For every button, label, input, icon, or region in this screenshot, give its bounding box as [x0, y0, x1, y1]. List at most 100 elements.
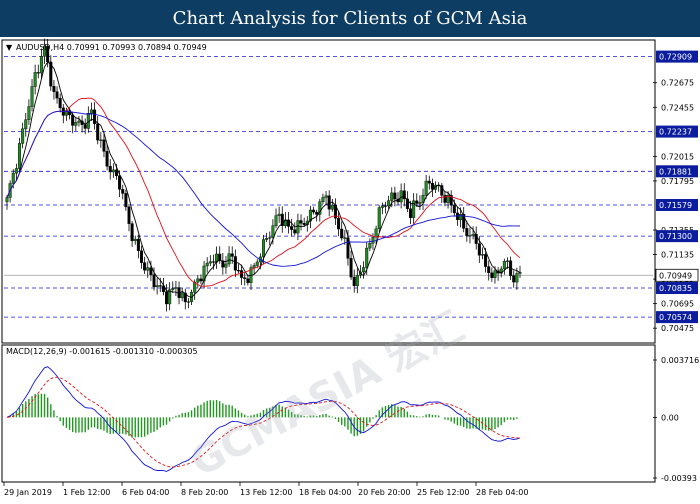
candle-body: [30, 86, 34, 107]
candle-body: [355, 275, 359, 287]
candle-body: [327, 195, 331, 210]
candle-body: [493, 270, 497, 278]
candle-body: [18, 143, 22, 169]
candle-body: [174, 287, 178, 289]
time-tick-label: 8 Feb 20:00: [181, 488, 228, 497]
candle-body: [487, 266, 491, 274]
candle-body: [265, 237, 269, 240]
candle-body: [52, 86, 56, 92]
level-price-label: 0.71300: [659, 232, 692, 241]
candle-body: [77, 120, 81, 123]
time-axis-layer: 29 Jan 2019 1 Feb 12:00 6 Feb 04:00 8 Feb 2…: [3, 482, 528, 497]
time-tick-label: 6 Feb 04:00: [122, 488, 169, 497]
candle-body: [505, 260, 509, 262]
candle-body: [114, 169, 118, 176]
candle-body: [165, 291, 169, 305]
candle-body: [105, 151, 109, 167]
candle-body: [290, 226, 294, 230]
candle-body: [218, 253, 222, 261]
price-panel-frame: [1, 39, 656, 344]
candle-body: [418, 202, 422, 204]
candle-body: [196, 278, 200, 283]
candle-body: [515, 273, 519, 283]
macd-header-label: MACD(12,26,9) -0.001615 -0.001310 -0.000…: [6, 347, 198, 356]
candle-body: [33, 72, 37, 87]
level-price-label: 0.72909: [659, 53, 692, 62]
candle-body: [343, 237, 347, 239]
candle-body: [118, 175, 122, 190]
price-tick-label: 0.71135: [661, 251, 694, 260]
candle-body: [477, 243, 481, 256]
candle-body: [133, 238, 137, 242]
candle-body: [427, 180, 431, 184]
candle-body: [262, 239, 266, 258]
candle-body: [111, 169, 115, 173]
candle-body: [227, 253, 231, 265]
candle-body: [471, 233, 475, 236]
candle-body: [380, 205, 384, 208]
candle-body: [349, 258, 353, 278]
candle-body: [274, 215, 278, 226]
candle-body: [240, 270, 244, 278]
candle-body: [5, 197, 9, 203]
candle-body: [21, 128, 25, 144]
candle-body: [146, 267, 150, 271]
time-tick-label: 29 Jan 2019: [4, 488, 52, 497]
price-tick-label: 0.72015: [661, 152, 694, 161]
candle-body: [140, 250, 144, 263]
candle-body: [27, 106, 31, 120]
candle-body: [365, 247, 369, 268]
time-tick-label: 25 Feb 12:00: [417, 488, 469, 497]
candle-body: [233, 256, 237, 271]
candle-body: [127, 206, 131, 224]
candle-body: [374, 228, 378, 238]
candle-body: [152, 274, 156, 288]
candle-body: [330, 204, 334, 210]
candle-body: [484, 254, 488, 267]
time-tick-label: 20 Feb 20:00: [358, 488, 410, 497]
candle: [377, 205, 381, 232]
candle-body: [158, 285, 162, 287]
time-tick-label: 13 Feb 12:00: [240, 488, 292, 497]
price-tick-label: 0.70475: [661, 324, 694, 333]
candle-body: [108, 165, 112, 173]
candle-body: [143, 262, 147, 271]
trading-chart[interactable]: 0.726750.724550.720150.717950.713550.711…: [0, 37, 700, 500]
price-tick-label: 0.72455: [661, 103, 694, 112]
candle-body: [371, 236, 375, 244]
candle-body: [224, 263, 228, 268]
time-tick-label: 1 Feb 12:00: [63, 488, 110, 497]
candle-body: [468, 235, 472, 237]
candle-body: [246, 278, 250, 283]
candle-body: [321, 197, 325, 202]
candle-body: [324, 195, 328, 198]
candle-body: [340, 228, 344, 239]
macd-tick-label: 0.003716: [661, 356, 699, 365]
candle-body: [236, 270, 240, 272]
candle-body: [171, 288, 175, 290]
candle-body: [452, 205, 456, 214]
time-tick-label: 28 Feb 04:00: [476, 488, 528, 497]
macd-tick-label: -0.00393: [661, 474, 697, 483]
chart-header-arrow[interactable]: ▼: [6, 43, 13, 52]
candle-body: [512, 275, 516, 283]
level-price-label: 0.70574: [659, 313, 692, 322]
candle-body: [302, 223, 306, 225]
candle-body: [465, 228, 469, 236]
candle-body: [74, 122, 78, 126]
candle-body: [424, 180, 428, 196]
candle-body: [399, 190, 403, 203]
candle-body: [252, 265, 256, 268]
candle-body: [89, 109, 93, 114]
candle-body: [83, 124, 87, 129]
candle-body: [39, 56, 43, 74]
candle-body: [459, 214, 463, 220]
candle-body: [430, 183, 434, 190]
candle-body: [136, 238, 140, 251]
candle-body: [502, 261, 506, 270]
candle-body: [293, 229, 297, 234]
level-price-label: 0.70835: [659, 284, 692, 293]
chart-header-ohlc: AUDUSD,H4 0.70991 0.70993 0.70894 0.7094…: [16, 43, 207, 52]
candle-body: [102, 139, 106, 152]
price-tick-label: 0.72675: [661, 79, 694, 88]
